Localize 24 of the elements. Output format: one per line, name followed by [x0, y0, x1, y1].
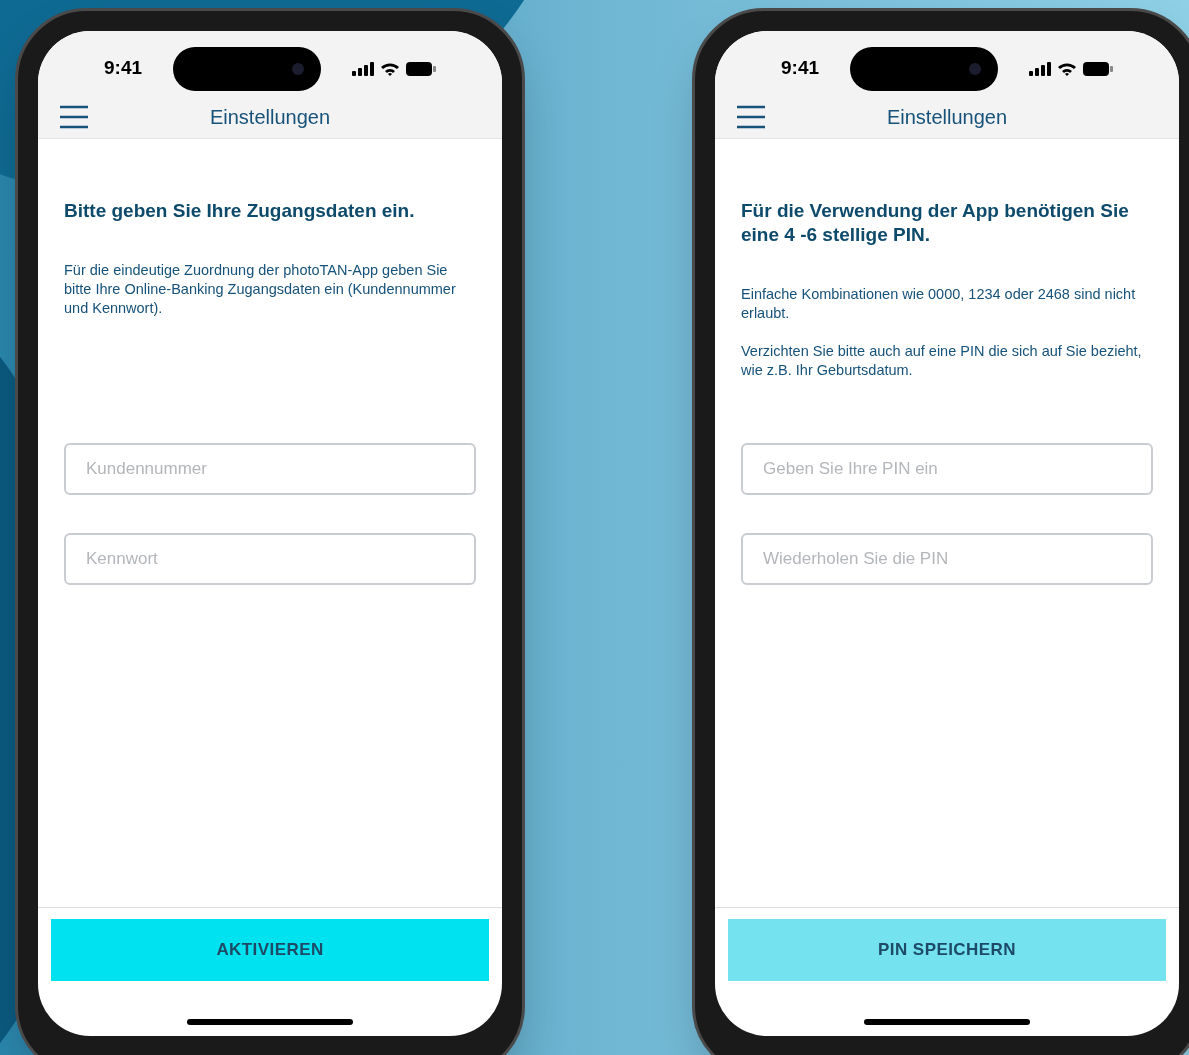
- signal-icon: [352, 61, 374, 76]
- status-time: 9:41: [781, 56, 820, 81]
- header-title: Einstellungen: [209, 105, 331, 131]
- battery-icon: [406, 61, 436, 76]
- menu-icon[interactable]: [60, 105, 88, 130]
- battery-icon: [1083, 61, 1113, 76]
- signal-icon: [1029, 61, 1051, 76]
- heading: Bitte geben Sie Ihre Zugangsdaten ein.: [64, 199, 416, 223]
- wifi-icon: [1057, 61, 1077, 76]
- info-text: Einfache Kombinationen wie 0000, 1234 oder 2468 sind nicht erlaubt.: [741, 285, 1137, 323]
- input-field[interactable]: Wiederholen Sie die PIN: [741, 533, 1153, 585]
- info-text: Verzichten Sie bitte auch auf eine PIN die sich auf Sie bezieht, wie z.B. Ihr Geburtsdatum.: [741, 342, 1143, 380]
- input-field[interactable]: Geben Sie Ihre PIN ein: [741, 443, 1153, 495]
- info-text: Für die eindeutige Zuordnung der photoTAN-App geben Sie bitte Ihre Online-Banking Zugangsdaten ein (Kundennummer und Kennwort).: [64, 261, 457, 318]
- status-time: 9:41: [104, 56, 143, 81]
- camera-icon: [291, 61, 305, 76]
- input-field[interactable]: Kennwort: [64, 533, 476, 585]
- heading: Für die Verwendung der App benötigen Sie eine 4 -6 stellige PIN.: [741, 199, 1130, 247]
- submit-button[interactable]: AKTIVIEREN: [51, 919, 489, 981]
- header-title: Einstellungen: [886, 105, 1008, 131]
- menu-icon[interactable]: [737, 105, 765, 130]
- input-field[interactable]: Kundennummer: [64, 443, 476, 495]
- wifi-icon: [380, 61, 400, 76]
- camera-icon: [968, 61, 982, 76]
